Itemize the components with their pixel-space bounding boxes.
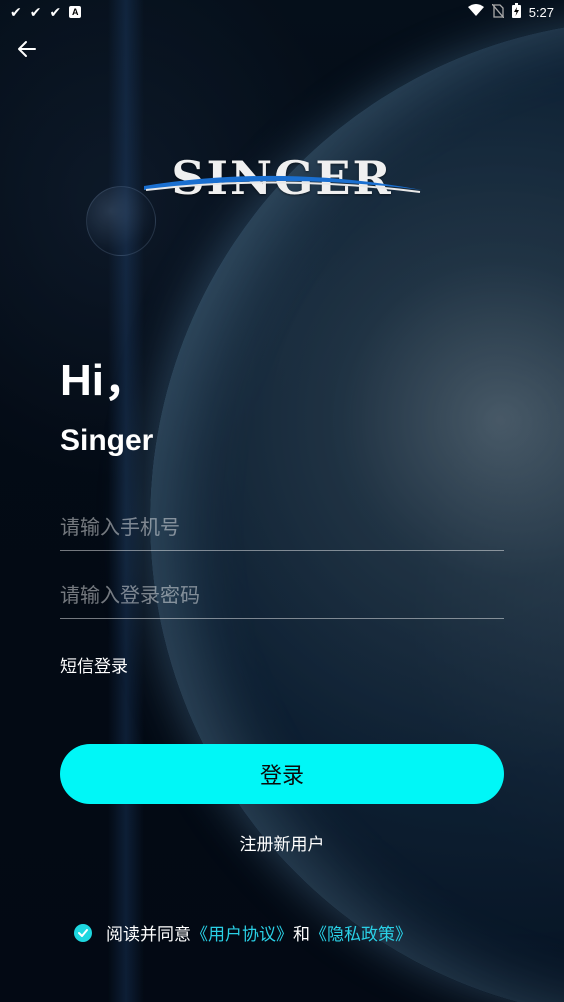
phone-field[interactable]	[60, 504, 504, 551]
status-right: 5:27	[467, 3, 554, 21]
status-time: 5:27	[528, 4, 554, 20]
password-field[interactable]	[60, 572, 504, 619]
privacy-policy-link[interactable]: 《隐私政策》	[310, 920, 412, 945]
user-agreement-link[interactable]: 《用户协议》	[191, 920, 293, 945]
arrow-left-icon	[18, 41, 36, 57]
status-left: ✔ ✔ ✔ A	[10, 4, 82, 20]
greeting-hi: Hi，	[60, 356, 148, 405]
greeting-name: Singer	[60, 424, 154, 457]
login-button[interactable]: 登录	[60, 744, 504, 804]
wifi-icon	[467, 4, 484, 20]
check-icon: ✔	[49, 4, 62, 20]
battery-icon	[511, 3, 521, 21]
singer-logo: SINGER	[140, 150, 424, 206]
agreement-checkbox[interactable]	[74, 923, 92, 942]
back-button[interactable]	[12, 34, 42, 64]
agreement-and: 和	[293, 925, 310, 945]
status-bar: ✔ ✔ ✔ A 5:27	[0, 0, 564, 24]
phone-input[interactable]	[60, 504, 504, 550]
check-icon	[78, 928, 88, 937]
register-link[interactable]: 注册新用户	[0, 830, 564, 855]
logo-swoosh-icon	[144, 175, 422, 193]
agreement-prefix: 阅读并同意	[106, 925, 191, 945]
sms-login-link[interactable]: 短信登录	[60, 652, 128, 677]
password-input[interactable]	[60, 572, 504, 618]
a-icon: A	[69, 6, 82, 18]
no-sim-icon	[491, 3, 505, 21]
check-icon: ✔	[10, 4, 22, 20]
check-icon: ✔	[29, 4, 42, 20]
agreement-row: 阅读并同意 《用户协议》 和 《隐私政策》	[74, 920, 412, 945]
